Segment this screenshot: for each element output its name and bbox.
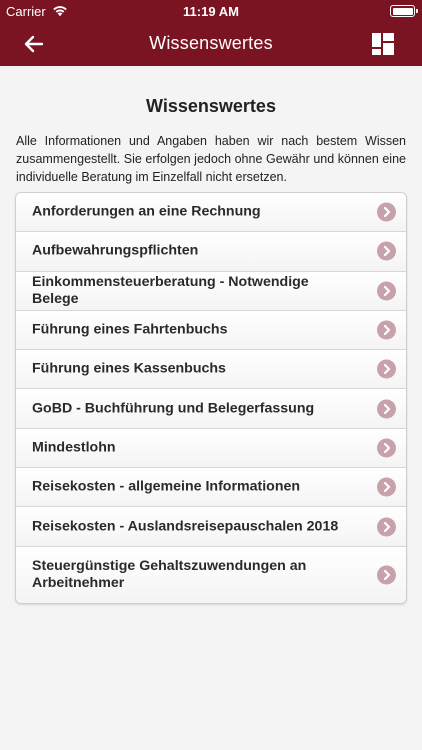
list-item-label: Mindestlohn [32,439,116,456]
top-bar: Carrier 11:19 AM Wissenswertes [0,0,422,66]
list-item[interactable]: Führung eines Fahrtenbuchs [16,310,406,351]
nav-title: Wissenswertes [149,33,273,53]
list-item[interactable]: Steuergünstige Gehaltszuwendungen an Arb… [16,546,406,603]
list-item-label: Führung eines Fahrtenbuchs [32,321,228,338]
topics-list: Anforderungen an eine Rechnung Aufbewahr… [15,192,407,604]
list-item-label: GoBD - Buchführung und Belegerfassung [32,400,315,417]
list-item[interactable]: Führung eines Kassenbuchs [16,350,406,390]
status-bar: Carrier 11:19 AM [0,0,422,22]
list-item[interactable]: Aufbewahrungspflichten [16,232,406,272]
list-item-label: Aufbewahrungspflichten [32,242,199,259]
chevron-right-icon [377,399,396,419]
navigation-bar: Wissenswertes [0,22,422,66]
chevron-right-icon [377,359,396,379]
list-item-label: Anforderungen an eine Rechnung [32,203,261,220]
intro-text: Alle Informationen und Angaben haben wir… [16,134,406,184]
status-time: 11:19 AM [183,4,239,19]
list-item[interactable]: Reisekosten - Auslandsreisepauschalen 20… [16,507,406,547]
list-item[interactable]: Anforderungen an eine Rechnung [16,193,406,233]
grid-layout-icon[interactable] [372,33,394,55]
list-item[interactable]: Mindestlohn [16,428,406,469]
chevron-right-icon [377,517,396,537]
main-content: Wissenswertes Alle Informationen und Ang… [0,66,422,750]
chevron-right-icon [377,438,396,458]
list-item-label: Reisekosten - allgemeine Informationen [32,478,301,495]
battery-icon [390,5,418,17]
list-item-label: Reisekosten - Auslandsreisepauschalen 20… [32,518,339,535]
page-title: Wissenswertes [146,96,276,116]
chevron-right-icon [377,202,396,222]
list-item[interactable]: Einkommensteuerberatung - Notwendige Bel… [16,271,406,311]
chevron-right-icon [377,281,396,301]
chevron-right-icon [377,320,396,340]
list-item-label: Einkommensteuerberatung - Notwendige Bel… [32,273,309,307]
list-item-label: Steuergünstige Gehaltszuwendungen an Arb… [32,557,307,591]
list-item[interactable]: GoBD - Buchführung und Belegerfassung [16,389,406,429]
list-item-label: Führung eines Kassenbuchs [32,360,226,377]
chevron-right-icon [377,565,396,585]
chevron-right-icon [377,241,396,261]
chevron-right-icon [377,477,396,497]
list-item[interactable]: Reisekosten - allgemeine Informationen [16,468,406,508]
